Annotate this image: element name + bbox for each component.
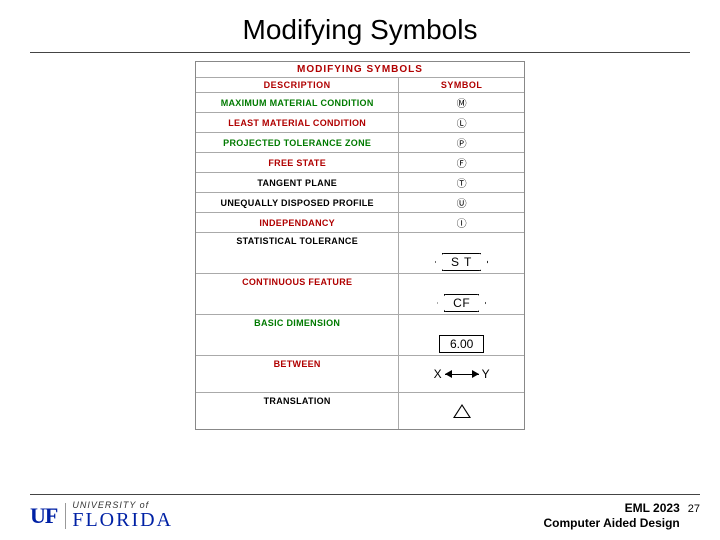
course-code: EML 2023 (544, 501, 680, 515)
table-row: PROJECTED TOLERANCE ZONE Ⓟ (196, 133, 524, 153)
symbol-cell (399, 393, 524, 429)
desc-cell: TANGENT PLANE (196, 173, 399, 192)
divider-top (30, 52, 690, 53)
uf-text-bottom: FLORIDA (72, 510, 173, 530)
symbol-cell: Ⓟ (399, 133, 524, 152)
symbol-cell: 6.00 (399, 315, 524, 355)
desc-cell: MAXIMUM MATERIAL CONDITION (196, 93, 399, 112)
uf-logo: UF UNIVERSITY of FLORIDA (30, 501, 173, 530)
symbols-table: MODIFYING SYMBOLS DESCRIPTION SYMBOL MAX… (195, 61, 525, 430)
page-number: 27 (688, 501, 700, 515)
table-row: UNEQUALLY DISPOSED PROFILE Ⓤ (196, 193, 524, 213)
double-arrow-icon (445, 374, 479, 375)
symbol-cell: Ⓘ (399, 213, 524, 232)
desc-cell: CONTINUOUS FEATURE (196, 274, 399, 314)
table-row: CONTINUOUS FEATURE CF (196, 274, 524, 315)
desc-cell: BETWEEN (196, 356, 399, 392)
col-header-symbol: SYMBOL (399, 78, 524, 92)
between-b: Y (482, 367, 490, 381)
symbol-cell: X Y (399, 356, 524, 392)
col-header-description: DESCRIPTION (196, 78, 399, 92)
table-row: MAXIMUM MATERIAL CONDITION Ⓜ (196, 93, 524, 113)
table-row: TANGENT PLANE Ⓣ (196, 173, 524, 193)
table-row: STATISTICAL TOLERANCE S T (196, 233, 524, 274)
table-row: TRANSLATION (196, 393, 524, 429)
desc-cell: FREE STATE (196, 153, 399, 172)
table-caption: MODIFYING SYMBOLS (196, 62, 524, 78)
table-row: INDEPENDANCY Ⓘ (196, 213, 524, 233)
triangle-icon (453, 404, 471, 418)
symbol-cell: Ⓤ (399, 193, 524, 212)
symbol-cell: Ⓣ (399, 173, 524, 192)
desc-cell: LEAST MATERIAL CONDITION (196, 113, 399, 132)
table-row: BASIC DIMENSION 6.00 (196, 315, 524, 356)
boxed-symbol-basic: 6.00 (439, 335, 484, 353)
table-header-row: DESCRIPTION SYMBOL (196, 78, 524, 93)
course-name: Computer Aided Design (544, 516, 680, 530)
between-symbol: X Y (434, 367, 490, 381)
table-row: LEAST MATERIAL CONDITION Ⓛ (196, 113, 524, 133)
desc-cell: INDEPENDANCY (196, 213, 399, 232)
footer: UF UNIVERSITY of FLORIDA EML 2023 Comput… (30, 494, 700, 530)
table-row: FREE STATE Ⓕ (196, 153, 524, 173)
symbol-cell: Ⓕ (399, 153, 524, 172)
symbol-cell: S T (399, 233, 524, 273)
hex-symbol-st: S T (442, 253, 481, 271)
desc-cell: TRANSLATION (196, 393, 399, 429)
divider-bottom (30, 494, 700, 495)
hex-symbol-cf: CF (444, 294, 479, 312)
table-row: BETWEEN X Y (196, 356, 524, 393)
page-title: Modifying Symbols (0, 0, 720, 52)
desc-cell: UNEQUALLY DISPOSED PROFILE (196, 193, 399, 212)
symbol-cell: Ⓜ (399, 93, 524, 112)
course-block: EML 2023 Computer Aided Design (544, 501, 680, 530)
symbol-cell: CF (399, 274, 524, 314)
desc-cell: PROJECTED TOLERANCE ZONE (196, 133, 399, 152)
desc-cell: STATISTICAL TOLERANCE (196, 233, 399, 273)
desc-cell: BASIC DIMENSION (196, 315, 399, 355)
uf-mark: UF (30, 503, 66, 529)
symbol-cell: Ⓛ (399, 113, 524, 132)
